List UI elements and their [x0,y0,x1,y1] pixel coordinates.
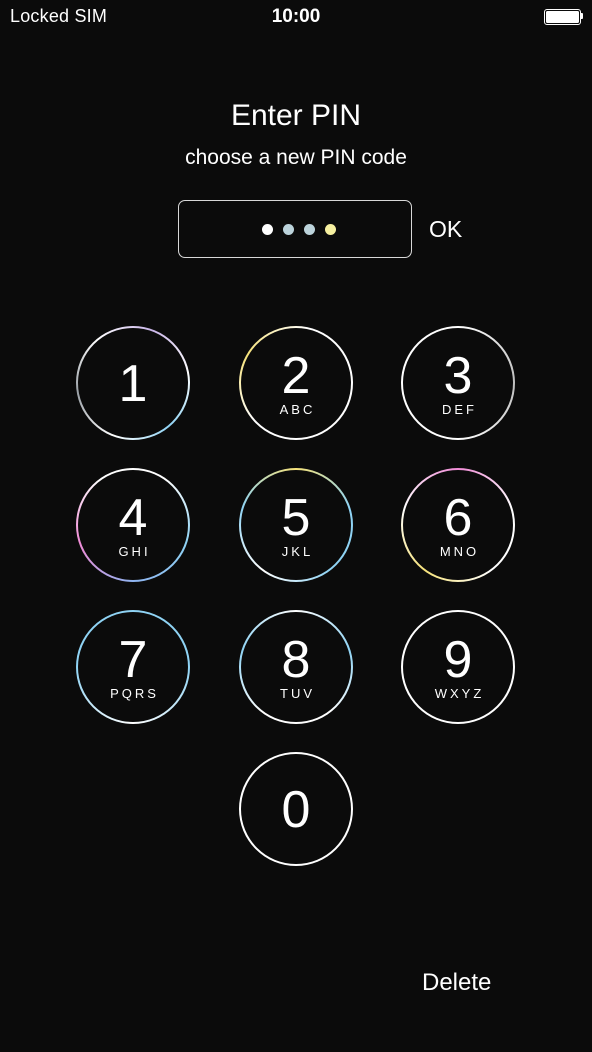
key-digit: 6 [443,489,473,547]
key-1[interactable]: 1 [76,326,190,440]
key-letters: ABC [279,402,316,417]
page-title: Enter PIN [230,99,362,132]
key-3[interactable]: 3 DEF [401,326,515,440]
key-digit: 1 [118,355,148,413]
pin-dot [283,223,294,235]
key-letters: JKL [281,544,314,559]
key-digit: 7 [118,631,148,689]
pin-dot [304,223,315,235]
key-digit: 9 [443,631,473,689]
key-9[interactable]: 9 WXYZ [401,610,515,724]
key-7[interactable]: 7 PQRS [76,610,190,724]
key-digit: 0 [281,781,311,839]
key-digit: 3 [443,347,473,405]
key-digit: 8 [281,631,311,689]
key-6[interactable]: 6 MNO [401,468,515,582]
key-5[interactable]: 5 JKL [239,468,353,582]
key-digit: 5 [281,489,311,547]
key-4[interactable]: 4 GHI [76,468,190,582]
key-digit: 2 [281,347,311,405]
status-time: 10:00 [271,6,321,27]
pin-dots [179,201,415,257]
key-0[interactable]: 0 [239,752,353,866]
key-letters: DEF [442,402,477,417]
page-subtitle: choose a new PIN code [185,146,407,169]
battery-full-icon [544,9,583,25]
pin-entry-field[interactable] [178,200,412,258]
key-letters: MNO [439,544,480,559]
key-letters: TUV [280,686,315,701]
key-2[interactable]: 2 ABC [239,326,353,440]
pin-dot [262,223,273,235]
key-digit: 4 [118,489,148,547]
status-bar: Locked SIM 10:00 [0,0,592,34]
key-letters: WXYZ [434,686,485,701]
key-letters: GHI [118,544,151,559]
delete-button[interactable]: Delete [422,969,491,997]
ok-button[interactable]: OK [429,216,462,243]
pin-dot [325,223,336,235]
key-letters: PQRS [110,686,159,701]
key-8[interactable]: 8 TUV [239,610,353,724]
